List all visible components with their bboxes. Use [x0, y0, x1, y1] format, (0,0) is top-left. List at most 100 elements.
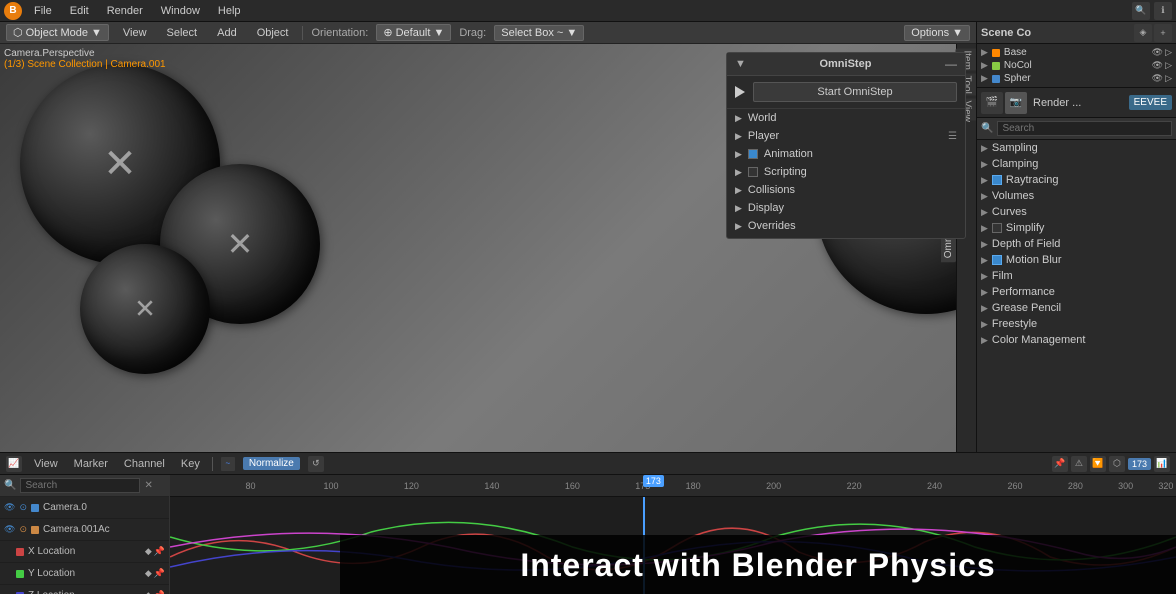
section-performance[interactable]: ▶ Performance — [977, 284, 1176, 300]
viewport-column: ⬡ Object Mode ▼ View Select Add Object O… — [0, 22, 976, 452]
frame-current-badge[interactable]: 173 — [1128, 458, 1151, 470]
section-curves[interactable]: ▶ Curves — [977, 204, 1176, 220]
scene-collection-title: Scene Co — [981, 27, 1132, 39]
timeline-channel-menu[interactable]: Channel — [120, 457, 169, 471]
yloc-pin-icon[interactable]: 📌 — [154, 568, 165, 579]
editor-type-dropdown[interactable]: ⬡ Object Mode ▼ — [6, 24, 109, 41]
section-sampling[interactable]: ▶ Sampling — [977, 140, 1176, 156]
raytracing-checkbox[interactable] — [992, 175, 1002, 185]
add-menu[interactable]: Add — [211, 25, 243, 41]
zloc-key-icon[interactable]: ◆ — [145, 590, 152, 594]
section-raytracing[interactable]: ▶ Raytracing — [977, 172, 1176, 188]
eevee-btn[interactable]: EEVEE — [1129, 95, 1172, 110]
search-clear-icon[interactable]: ✕ — [144, 480, 152, 491]
omnistep-collapse-arrow[interactable]: ▼ — [735, 58, 746, 70]
fcurve-icon[interactable]: ~ — [221, 457, 235, 471]
omnistep-item-display[interactable]: ▶ Display — [727, 199, 965, 217]
warning-icon[interactable]: ⚠ — [1071, 456, 1087, 472]
omnistep-start-btn[interactable]: Start OmniStep — [753, 82, 957, 102]
info-icon[interactable]: ℹ — [1154, 2, 1172, 20]
render-props-icon[interactable]: 🎬 — [981, 92, 1003, 114]
props-icon-2[interactable]: + — [1154, 24, 1172, 42]
nocol-arrow-icon[interactable]: ▷ — [1165, 60, 1172, 71]
track-search-input[interactable] — [20, 478, 140, 493]
section-motion-blur[interactable]: ▶ Motion Blur — [977, 252, 1176, 268]
orientation-icon: ⊕ — [383, 26, 392, 39]
tick-300: 300 — [1118, 481, 1133, 491]
base-arrow-icon[interactable]: ▷ — [1165, 47, 1172, 58]
menu-help[interactable]: Help — [212, 3, 247, 19]
props-icon-1[interactable]: ◈ — [1134, 24, 1152, 42]
scripting-checkbox[interactable] — [748, 167, 758, 177]
omnistep-close-btn[interactable]: — — [945, 57, 957, 71]
search-icon[interactable]: 🔍 — [1132, 2, 1150, 20]
section-color-management[interactable]: ▶ Color Management — [977, 332, 1176, 348]
section-film[interactable]: ▶ Film — [977, 268, 1176, 284]
props-search-icon: 🔍 — [981, 123, 993, 134]
spher-arrow-icon[interactable]: ▷ — [1165, 73, 1172, 84]
omnistep-item-player[interactable]: ▶ Player ☰ — [727, 127, 965, 145]
omnistep-item-scripting[interactable]: ▶ Scripting — [727, 163, 965, 181]
animation-checkbox[interactable] — [748, 149, 758, 159]
xloc-pin-icon[interactable]: 📌 — [154, 546, 165, 557]
zloc-pin-icon[interactable]: 📌 — [154, 590, 165, 594]
xloc-key-icon[interactable]: ◆ — [145, 546, 152, 557]
object-menu[interactable]: Object — [251, 25, 295, 41]
snap-icon[interactable]: 📌 — [1052, 456, 1068, 472]
select-menu[interactable]: Select — [161, 25, 204, 41]
base-eye-icon[interactable]: 👁 — [1152, 47, 1163, 58]
menu-window[interactable]: Window — [155, 3, 206, 19]
omnistep-item-world[interactable]: ▶ World — [727, 109, 965, 127]
refresh-icon[interactable]: ↺ — [308, 456, 324, 472]
simplify-checkbox[interactable] — [992, 223, 1002, 233]
yloc-key-icon[interactable]: ◆ — [145, 568, 152, 579]
xloc-label: X Location — [28, 546, 75, 557]
scene-item-spher[interactable]: ▶ Spher 👁 ▷ — [981, 72, 1172, 85]
track-y-location[interactable]: Y Location ◆ 📌 — [0, 563, 169, 585]
orientation-label: Orientation: — [311, 27, 368, 39]
graph-icon[interactable]: 📊 — [1154, 456, 1170, 472]
select-box-dropdown[interactable]: Select Box ~ ▼ — [494, 25, 584, 41]
omnistep-item-overrides[interactable]: ▶ Overrides — [727, 217, 965, 238]
menu-file[interactable]: File — [28, 3, 58, 19]
props-search-input[interactable] — [997, 121, 1172, 136]
section-volumes[interactable]: ▶ Volumes — [977, 188, 1176, 204]
omnistep-item-collisions[interactable]: ▶ Collisions — [727, 181, 965, 199]
scene-item-base[interactable]: ▶ Base 👁 ▷ — [981, 46, 1172, 59]
spher-eye-icon[interactable]: 👁 — [1152, 73, 1163, 84]
output-props-icon[interactable]: 📷 — [1005, 92, 1027, 114]
track-camera0[interactable]: 👁 ⊙ Camera.0 — [0, 497, 169, 519]
normalize-btn[interactable]: Normalize — [243, 457, 300, 470]
overrides-expand-icon: ▶ — [735, 221, 742, 232]
tick-140: 140 — [484, 481, 499, 491]
section-freestyle[interactable]: ▶ Freestyle — [977, 316, 1176, 332]
omnistep-item-animation[interactable]: ▶ Animation — [727, 145, 965, 163]
menu-edit[interactable]: Edit — [64, 3, 95, 19]
yloc-color — [16, 570, 24, 578]
timeline-view-menu[interactable]: View — [30, 457, 62, 471]
view-menu[interactable]: View — [117, 25, 153, 41]
orientation-dropdown[interactable]: ⊕ Default ▼ — [376, 24, 451, 41]
omnistep-header: ▼ OmniStep — — [727, 53, 965, 76]
track-x-location[interactable]: X Location ◆ 📌 — [0, 541, 169, 563]
section-simplify[interactable]: ▶ Simplify — [977, 220, 1176, 236]
section-clamping[interactable]: ▶ Clamping — [977, 156, 1176, 172]
colormanagement-arrow: ▶ — [981, 335, 988, 346]
nocol-eye-icon[interactable]: 👁 — [1152, 60, 1163, 71]
section-dof[interactable]: ▶ Depth of Field — [977, 236, 1176, 252]
scene-item-nocol[interactable]: ▶ NoCol 👁 ▷ — [981, 59, 1172, 72]
frame-icon[interactable]: ⬡ — [1109, 456, 1125, 472]
section-grease-pencil[interactable]: ▶ Grease Pencil — [977, 300, 1176, 316]
track-camera001[interactable]: 👁 ⊙ Camera.001Ac — [0, 519, 169, 541]
menu-render[interactable]: Render — [101, 3, 149, 19]
overrides-label: Overrides — [748, 220, 796, 232]
timeline-type-icon[interactable]: 📈 — [6, 456, 22, 472]
motionblur-checkbox[interactable] — [992, 255, 1002, 265]
options-dropdown[interactable]: Options ▼ — [904, 25, 970, 41]
volumes-arrow: ▶ — [981, 191, 988, 202]
track-z-location[interactable]: Z Location ◆ 📌 — [0, 585, 169, 594]
omnistep-play-btn[interactable] — [735, 86, 745, 98]
filter-icon[interactable]: 🔽 — [1090, 456, 1106, 472]
timeline-marker-menu[interactable]: Marker — [70, 457, 112, 471]
timeline-key-menu[interactable]: Key — [177, 457, 204, 471]
